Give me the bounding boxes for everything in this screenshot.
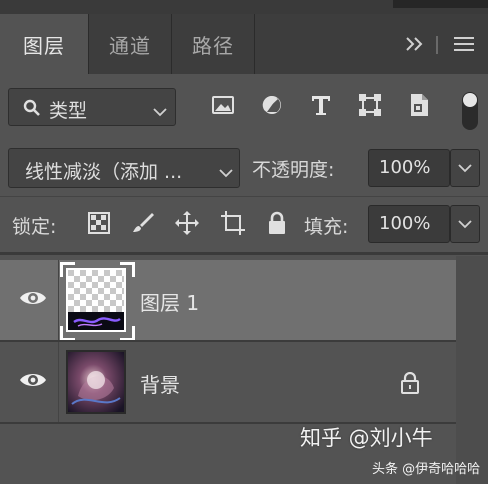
opacity-value: 100% bbox=[379, 157, 431, 178]
tab-separator bbox=[254, 14, 255, 74]
layer-thumbnail bbox=[66, 268, 126, 332]
tab-bar: 图层 通道 路径 bbox=[0, 14, 488, 74]
tab-paths[interactable]: 路径 bbox=[172, 14, 254, 74]
type-filter-icon[interactable] bbox=[306, 90, 336, 120]
opacity-field[interactable]: 100% bbox=[368, 149, 450, 187]
fill-label: 填充: bbox=[304, 216, 349, 238]
fill-field[interactable]: 100% bbox=[368, 205, 450, 243]
watermark-sub: 头条 @伊奇哈哈哈 bbox=[372, 462, 481, 477]
hamburger-menu-icon[interactable] bbox=[448, 28, 480, 60]
opacity-label: 不透明度: bbox=[252, 159, 335, 181]
lock-all-icon[interactable] bbox=[262, 208, 292, 238]
top-strip-notch bbox=[393, 0, 488, 8]
filter-toggle[interactable] bbox=[462, 92, 478, 130]
image-filter-icon[interactable] bbox=[208, 90, 238, 120]
lock-transparent-pixels-icon[interactable] bbox=[84, 208, 114, 238]
layers-scrollbar[interactable] bbox=[456, 256, 488, 484]
layer-thumbnail bbox=[66, 350, 126, 414]
divider bbox=[0, 252, 488, 255]
lock-label: 锁定: bbox=[12, 216, 57, 238]
blend-mode-label: 线性减淡（添加 ... bbox=[25, 161, 183, 183]
shape-filter-icon[interactable] bbox=[355, 90, 385, 120]
lock-image-pixels-icon[interactable] bbox=[128, 208, 158, 238]
layer-name: 图层 1 bbox=[140, 291, 200, 315]
filter-toggle-knob bbox=[463, 93, 477, 107]
artboard-lock-icon[interactable] bbox=[218, 208, 248, 238]
chevron-down-icon bbox=[458, 220, 472, 229]
top-strip bbox=[0, 0, 488, 14]
chevron-down-icon bbox=[458, 164, 472, 173]
lock-position-icon[interactable] bbox=[172, 208, 202, 238]
fill-dropdown-button[interactable] bbox=[450, 205, 480, 243]
visibility-separator bbox=[58, 342, 59, 422]
toolbar-divider bbox=[436, 36, 438, 54]
tab-layers[interactable]: 图层 bbox=[0, 14, 88, 74]
chevron-down-icon bbox=[153, 102, 167, 121]
blend-mode-select[interactable]: 线性减淡（添加 ... bbox=[8, 148, 240, 188]
fill-value: 100% bbox=[379, 213, 431, 234]
eye-icon[interactable] bbox=[18, 286, 48, 310]
divider bbox=[0, 196, 488, 197]
layer-name: 背景 bbox=[140, 373, 180, 397]
lock-icon bbox=[400, 371, 420, 398]
layer-row[interactable]: 背景 bbox=[0, 342, 456, 422]
chevron-down-icon bbox=[219, 163, 233, 182]
smart-object-filter-icon[interactable] bbox=[404, 90, 434, 120]
visibility-separator bbox=[58, 260, 59, 340]
adjustment-filter-icon[interactable] bbox=[257, 90, 287, 120]
search-icon bbox=[23, 99, 41, 121]
watermark-main: 知乎 @刘小牛 bbox=[300, 426, 433, 450]
tab-channels[interactable]: 通道 bbox=[89, 14, 171, 74]
filter-kind-select[interactable]: 类型 bbox=[8, 88, 176, 126]
double-chevron-right-icon[interactable] bbox=[400, 28, 430, 60]
opacity-dropdown-button[interactable] bbox=[450, 149, 480, 187]
eye-icon[interactable] bbox=[18, 368, 48, 392]
layer-row[interactable]: 图层 1 bbox=[0, 260, 456, 341]
filter-kind-label: 类型 bbox=[49, 100, 88, 122]
